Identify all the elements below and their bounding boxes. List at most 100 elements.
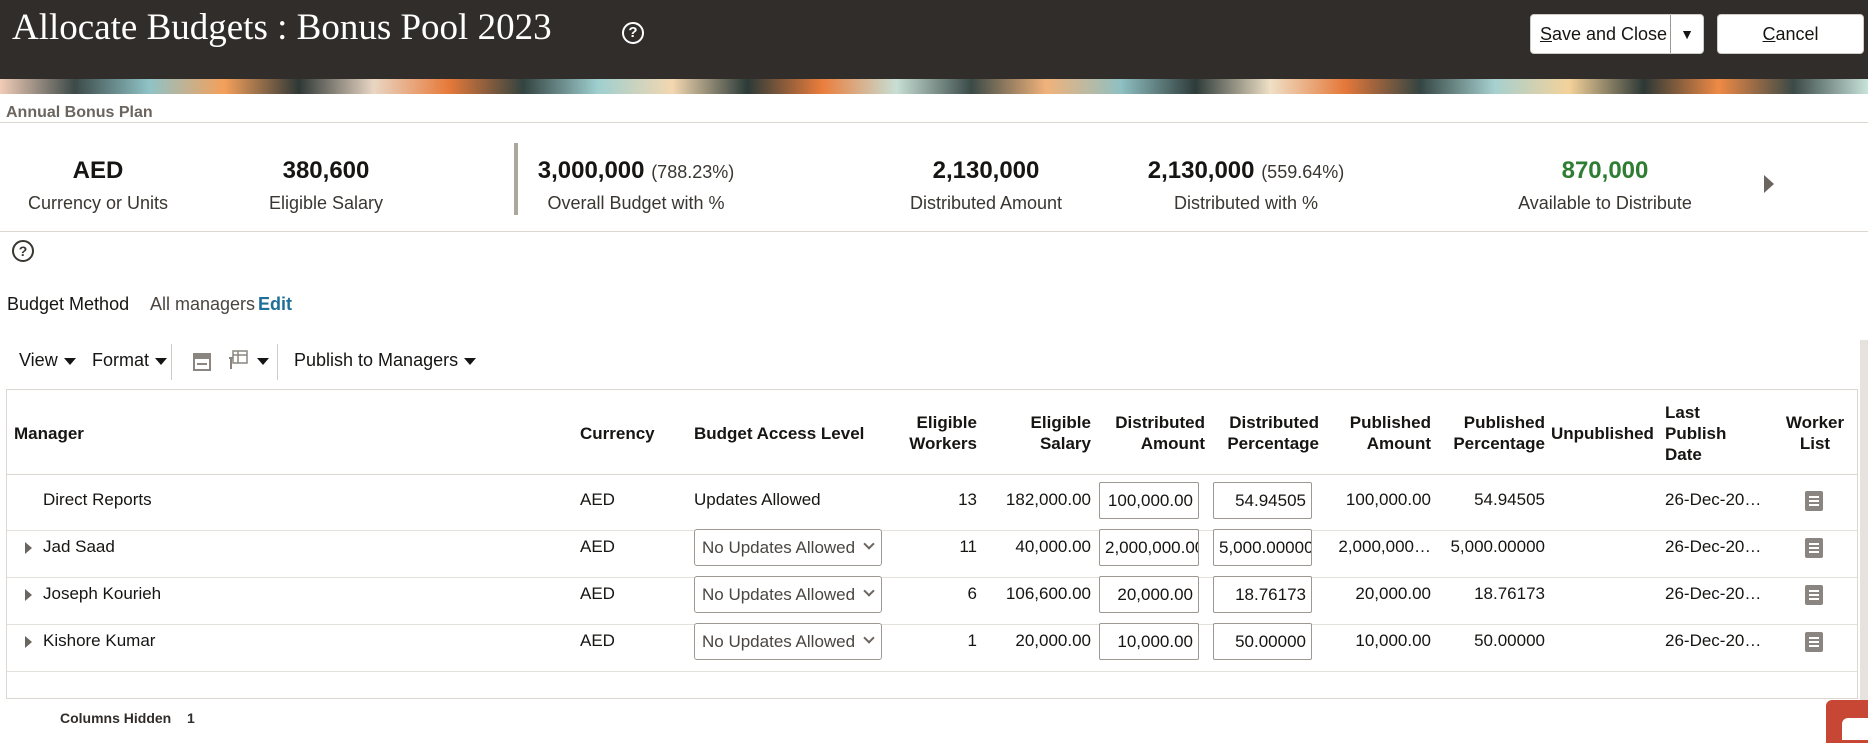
col-header-published-percentage-line1: Published [1463,413,1545,432]
chevron-down-icon [863,585,875,597]
format-menu[interactable]: Format [92,350,168,371]
col-header-distributed-percentage-line2: Percentage [1227,434,1319,453]
col-header-currency[interactable]: Currency [580,423,655,444]
metric-distributed-pct-value: 2,130,000 [1147,157,1255,184]
metric-currency: AED Currency or Units [8,157,188,214]
col-header-eligible-salary-line1: Eligible [1030,413,1091,432]
chevron-down-icon [863,632,875,644]
metric-eligible-salary-value: 380,600 [282,157,370,184]
row-manager: Joseph Kourieh [43,584,162,603]
columns-hidden-label: Columns Hidden [60,710,172,726]
help-icon[interactable]: ? [622,22,644,44]
metric-available: 870,000 Available to Distribute [1500,157,1710,214]
col-header-published-percentage[interactable]: Published Percentage [1431,412,1545,454]
publish-to-managers-menu[interactable]: Publish to Managers [294,350,477,371]
distributed-percentage-input[interactable]: 5,000.00000 [1213,529,1312,566]
metric-eligible-salary: 380,600 Eligible Salary [236,157,416,214]
metric-eligible-salary-caption: Eligible Salary [268,193,384,213]
budget-table: Manager Currency Budget Access Level Eli… [6,389,1858,699]
col-header-budget-access-level[interactable]: Budget Access Level [694,423,864,444]
col-header-published-amount-line2: Amount [1366,434,1431,453]
row-manager: Jad Saad [43,537,115,556]
col-header-manager[interactable]: Manager [14,423,84,444]
metric-overall-budget: 3,000,000 (788.23%) Overall Budget with … [528,157,744,214]
freeze-menu[interactable] [251,350,269,371]
save-and-close-button[interactable]: Save and Close ▼ [1530,14,1704,54]
col-header-distributed-percentage[interactable]: Distributed Percentage [1203,412,1319,454]
publish-to-managers-label: Publish to Managers [294,350,459,370]
vertical-scrollbar[interactable] [1860,340,1868,700]
freeze-icon[interactable] [228,350,248,370]
col-header-worker-list[interactable]: Worker List [1779,412,1851,454]
save-and-close-text: ave and Close [1551,23,1668,44]
columns-hidden-count: 1 [187,710,195,726]
divider [0,122,1868,123]
metric-distributed-pct-caption: Distributed with % [1173,193,1319,213]
distributed-percentage-input[interactable]: 54.94505 [1213,482,1312,519]
row-divider [7,577,1857,578]
format-menu-label: Format [92,350,150,370]
row-manager: Direct Reports [43,490,152,509]
save-and-close-label[interactable]: Save and Close [1531,24,1670,45]
row-divider [7,530,1857,531]
col-header-eligible-workers[interactable]: Eligible Workers [887,412,977,454]
expand-row-icon[interactable] [25,589,32,601]
next-metrics-arrow-icon[interactable] [1764,175,1774,193]
metric-overall-budget-value: 3,000,000 [537,157,645,184]
row-last-publish-date: 26-Dec-20… [1665,537,1762,556]
chat-icon[interactable] [1826,700,1868,743]
worker-list-icon[interactable] [1805,538,1823,558]
decorative-banner [0,79,1868,94]
view-menu-label: View [19,350,58,370]
worker-list-icon[interactable] [1805,632,1823,652]
col-header-last-publish-date[interactable]: Last Publish Date [1665,402,1726,465]
distributed-amount-input[interactable]: 20,000.00 [1099,576,1199,613]
row-published-percentage: 18.76173 [1474,584,1545,603]
row-eligible-salary: 40,000.00 [1015,537,1091,556]
caret-down-icon [155,357,168,365]
col-header-last-publish-date-line1: Last [1665,403,1700,422]
worker-list-icon[interactable] [1805,585,1823,605]
col-header-published-amount[interactable]: Published Amount [1323,412,1431,454]
distributed-amount-input[interactable]: 10,000.00 [1099,623,1199,660]
budget-access-level-select[interactable]: No Updates Allowed [694,529,882,566]
distributed-amount-input[interactable]: 100,000.00 [1099,482,1199,519]
page-header: Allocate Budgets : Bonus Pool 2023 ? Sav… [0,0,1868,79]
row-published-percentage: 50.00000 [1474,631,1545,650]
detach-icon[interactable] [193,353,211,371]
worker-list-icon[interactable] [1805,491,1823,511]
metric-distributed-amount-caption: Distributed Amount [909,193,1063,213]
col-header-eligible-salary[interactable]: Eligible Salary [997,412,1091,454]
chevron-down-icon [863,538,875,550]
cancel-button[interactable]: Cancel [1717,14,1864,54]
row-eligible-salary: 20,000.00 [1015,631,1091,650]
budget-access-level-value: No Updates Allowed [702,538,856,557]
budget-access-level-select[interactable]: No Updates Allowed [694,576,882,613]
help-icon[interactable]: ? [12,240,34,262]
budget-access-level-select[interactable]: No Updates Allowed [694,623,882,660]
expand-row-icon[interactable] [25,636,32,648]
col-header-eligible-workers-line1: Eligible [916,413,977,432]
toolbar-separator [171,344,172,380]
col-header-unpublished[interactable]: Unpublished [1551,423,1654,444]
col-header-last-publish-date-line3: Date [1665,445,1702,464]
row-last-publish-date: 26-Dec-20… [1665,490,1762,509]
col-header-worker-list-line2: List [1799,434,1831,453]
metric-overall-budget-pct: (788.23%) [651,162,735,182]
budget-method-value: All managers [150,294,256,314]
metric-overall-budget-caption: Overall Budget with % [547,193,725,213]
save-options-dropdown-icon[interactable]: ▼ [1671,26,1703,42]
row-currency: AED [580,584,615,603]
distributed-percentage-input[interactable]: 50.00000 [1213,623,1312,660]
budget-access-level-value: No Updates Allowed [702,632,856,651]
distributed-percentage-input[interactable]: 18.76173 [1213,576,1312,613]
col-header-distributed-amount[interactable]: Distributed Amount [1093,412,1205,454]
budget-method-edit-link[interactable]: Edit [258,294,292,315]
view-menu[interactable]: View [19,350,76,371]
col-header-published-percentage-line2: Percentage [1453,434,1545,453]
metric-currency-caption: Currency or Units [27,193,169,213]
distributed-amount-input[interactable]: 2,000,000.00 [1099,529,1199,566]
col-header-eligible-salary-line2: Salary [1039,434,1091,453]
expand-row-icon[interactable] [25,542,32,554]
toolbar-separator [277,344,278,380]
